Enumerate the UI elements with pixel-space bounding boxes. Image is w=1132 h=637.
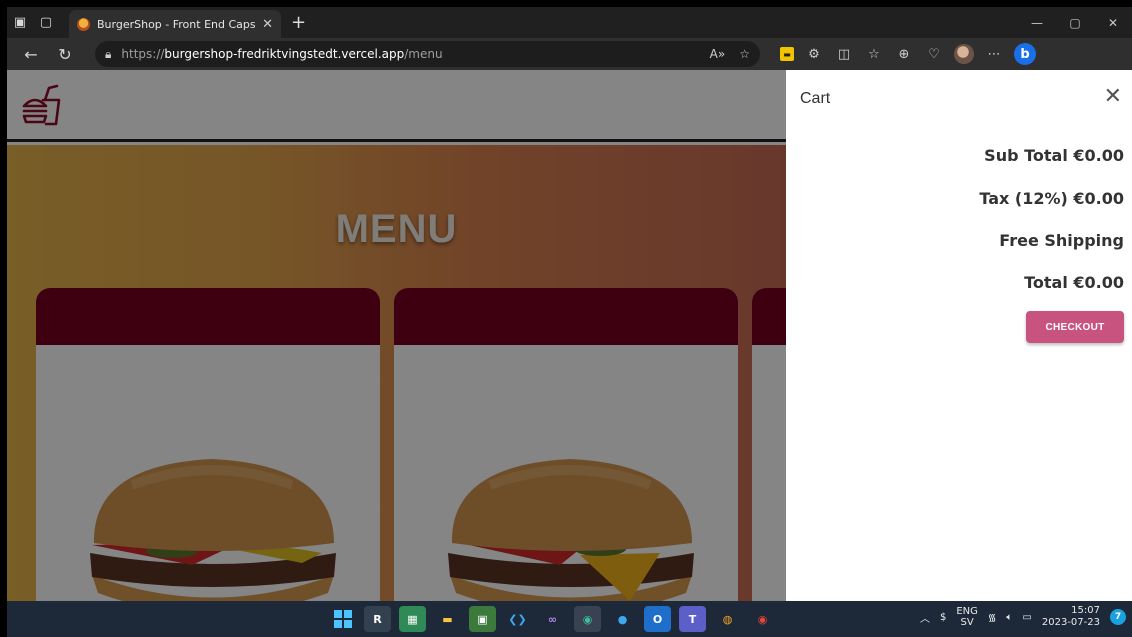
extensions-puzzle-icon[interactable]: ⚙ <box>804 44 824 64</box>
clock-time: 15:07 <box>1071 605 1100 616</box>
url-host: burgershop-fredriktvingstedt.vercel.app <box>164 47 405 61</box>
edge-icon[interactable]: ◉ <box>574 606 601 632</box>
url-path: /menu <box>404 47 443 61</box>
chrome-canary-icon[interactable]: ◍ <box>714 606 741 632</box>
page-viewport: MENU Cart ✕ Sub Total €0.00 Tax (12%) €0… <box>7 70 1132 601</box>
chrome-icon[interactable]: ◉ <box>749 606 776 632</box>
browser-toolbar: ← ↻ 🔒︎ https://burgershop-fredriktvingst… <box>7 38 1132 70</box>
cart-subtotal: Sub Total €0.00 <box>984 146 1124 165</box>
workspaces-icon[interactable]: ▣ <box>7 10 33 36</box>
language-indicator[interactable]: ENG SV <box>956 606 978 628</box>
window-controls: — ▢ ✕ <box>1018 16 1132 30</box>
chevron-up-icon[interactable]: ︿ <box>920 610 930 625</box>
windows-taskbar: R ▦ ▬ ▣ ❮❯ ∞ ◉ ● O T ◍ ◉ ︿ $ ENG SV ᯾ 🔈︎ … <box>7 601 1132 637</box>
cart-title: Cart <box>800 90 831 107</box>
browser-titlebar: ▣ ▢ BurgerShop - Front End Capston ✕ + —… <box>7 7 1132 38</box>
cart-tax: Tax (12%) €0.00 <box>979 189 1124 208</box>
clock[interactable]: 15:07 2023-07-23 <box>1042 605 1100 629</box>
lang-bottom: SV <box>960 617 974 628</box>
burger-favicon-icon <box>77 17 90 31</box>
wifi-icon[interactable]: ᯾ <box>988 610 997 624</box>
tab-actions-icon[interactable]: ▢ <box>33 10 59 36</box>
app-icon-r[interactable]: R <box>364 606 391 632</box>
url-text: https://burgershop-fredriktvingstedt.ver… <box>121 47 442 61</box>
clock-date: 2023-07-23 <box>1041 617 1100 628</box>
lock-icon[interactable]: 🔒︎ <box>105 47 111 62</box>
refresh-icon[interactable]: ↻ <box>51 45 79 64</box>
favorite-star-icon[interactable]: ☆ <box>739 47 750 61</box>
volume-muted-icon[interactable]: 🔈︎ <box>1006 612 1012 623</box>
file-explorer-icon[interactable]: ▬ <box>434 606 461 632</box>
new-tab-button[interactable]: + <box>291 12 306 33</box>
split-screen-icon[interactable]: ◫ <box>834 44 854 64</box>
bing-icon[interactable]: b <box>1014 43 1036 65</box>
app-icon-image[interactable]: ▣ <box>469 606 496 632</box>
collections-icon[interactable]: ⊕ <box>894 44 914 64</box>
address-bar[interactable]: 🔒︎ https://burgershop-fredriktvingstedt.… <box>95 41 760 67</box>
active-tab[interactable]: BurgerShop - Front End Capston ✕ <box>69 10 281 38</box>
outlook-icon[interactable]: O <box>644 606 671 632</box>
minimize-button[interactable]: — <box>1018 16 1056 30</box>
extension-icon[interactable]: ▬ <box>780 47 794 61</box>
visual-studio-icon[interactable]: ∞ <box>539 606 566 632</box>
favorites-icon[interactable]: ☆ <box>864 44 884 64</box>
windows-start-icon[interactable] <box>329 606 356 632</box>
system-tray: ︿ $ ENG SV ᯾ 🔈︎ ▭ 15:07 2023-07-23 7 <box>920 605 1126 629</box>
back-arrow-icon[interactable]: ← <box>17 45 45 64</box>
more-icon[interactable]: ⋯ <box>984 44 1004 64</box>
url-scheme: https:// <box>121 47 165 61</box>
cart-shipping: Free Shipping <box>999 231 1124 250</box>
tab-title: BurgerShop - Front End Capston <box>97 17 256 31</box>
teams-icon[interactable]: T <box>679 606 706 632</box>
close-window-button[interactable]: ✕ <box>1094 16 1132 30</box>
read-aloud-icon[interactable]: A» <box>710 47 726 61</box>
address-bar-actions: A» ☆ <box>710 47 750 61</box>
notification-badge[interactable]: 7 <box>1110 609 1126 625</box>
heart-icon[interactable]: ♡ <box>924 44 944 64</box>
dollar-icon[interactable]: $ <box>940 612 946 623</box>
close-icon[interactable]: ✕ <box>1104 86 1122 108</box>
tab-close-icon[interactable]: ✕ <box>262 17 273 32</box>
taskbar-apps: R ▦ ▬ ▣ ❮❯ ∞ ◉ ● O T ◍ ◉ <box>329 606 776 632</box>
battery-icon[interactable]: ▭ <box>1022 612 1031 623</box>
app-icon-sheets[interactable]: ▦ <box>399 606 426 632</box>
cart-total: Total €0.00 <box>1024 273 1124 292</box>
drawer-backdrop[interactable] <box>7 70 786 601</box>
maximize-button[interactable]: ▢ <box>1056 16 1094 30</box>
profile-avatar[interactable] <box>954 44 974 64</box>
vscode-icon[interactable]: ❮❯ <box>504 606 531 632</box>
lang-top: ENG <box>956 606 978 617</box>
browser-extension-icons: ▬ ⚙ ◫ ☆ ⊕ ♡ ⋯ b <box>780 43 1036 65</box>
app-icon-blue[interactable]: ● <box>609 606 636 632</box>
checkout-button[interactable]: CHECKOUT <box>1026 311 1124 343</box>
cart-drawer: Cart ✕ Sub Total €0.00 Tax (12%) €0.00 F… <box>786 70 1132 601</box>
